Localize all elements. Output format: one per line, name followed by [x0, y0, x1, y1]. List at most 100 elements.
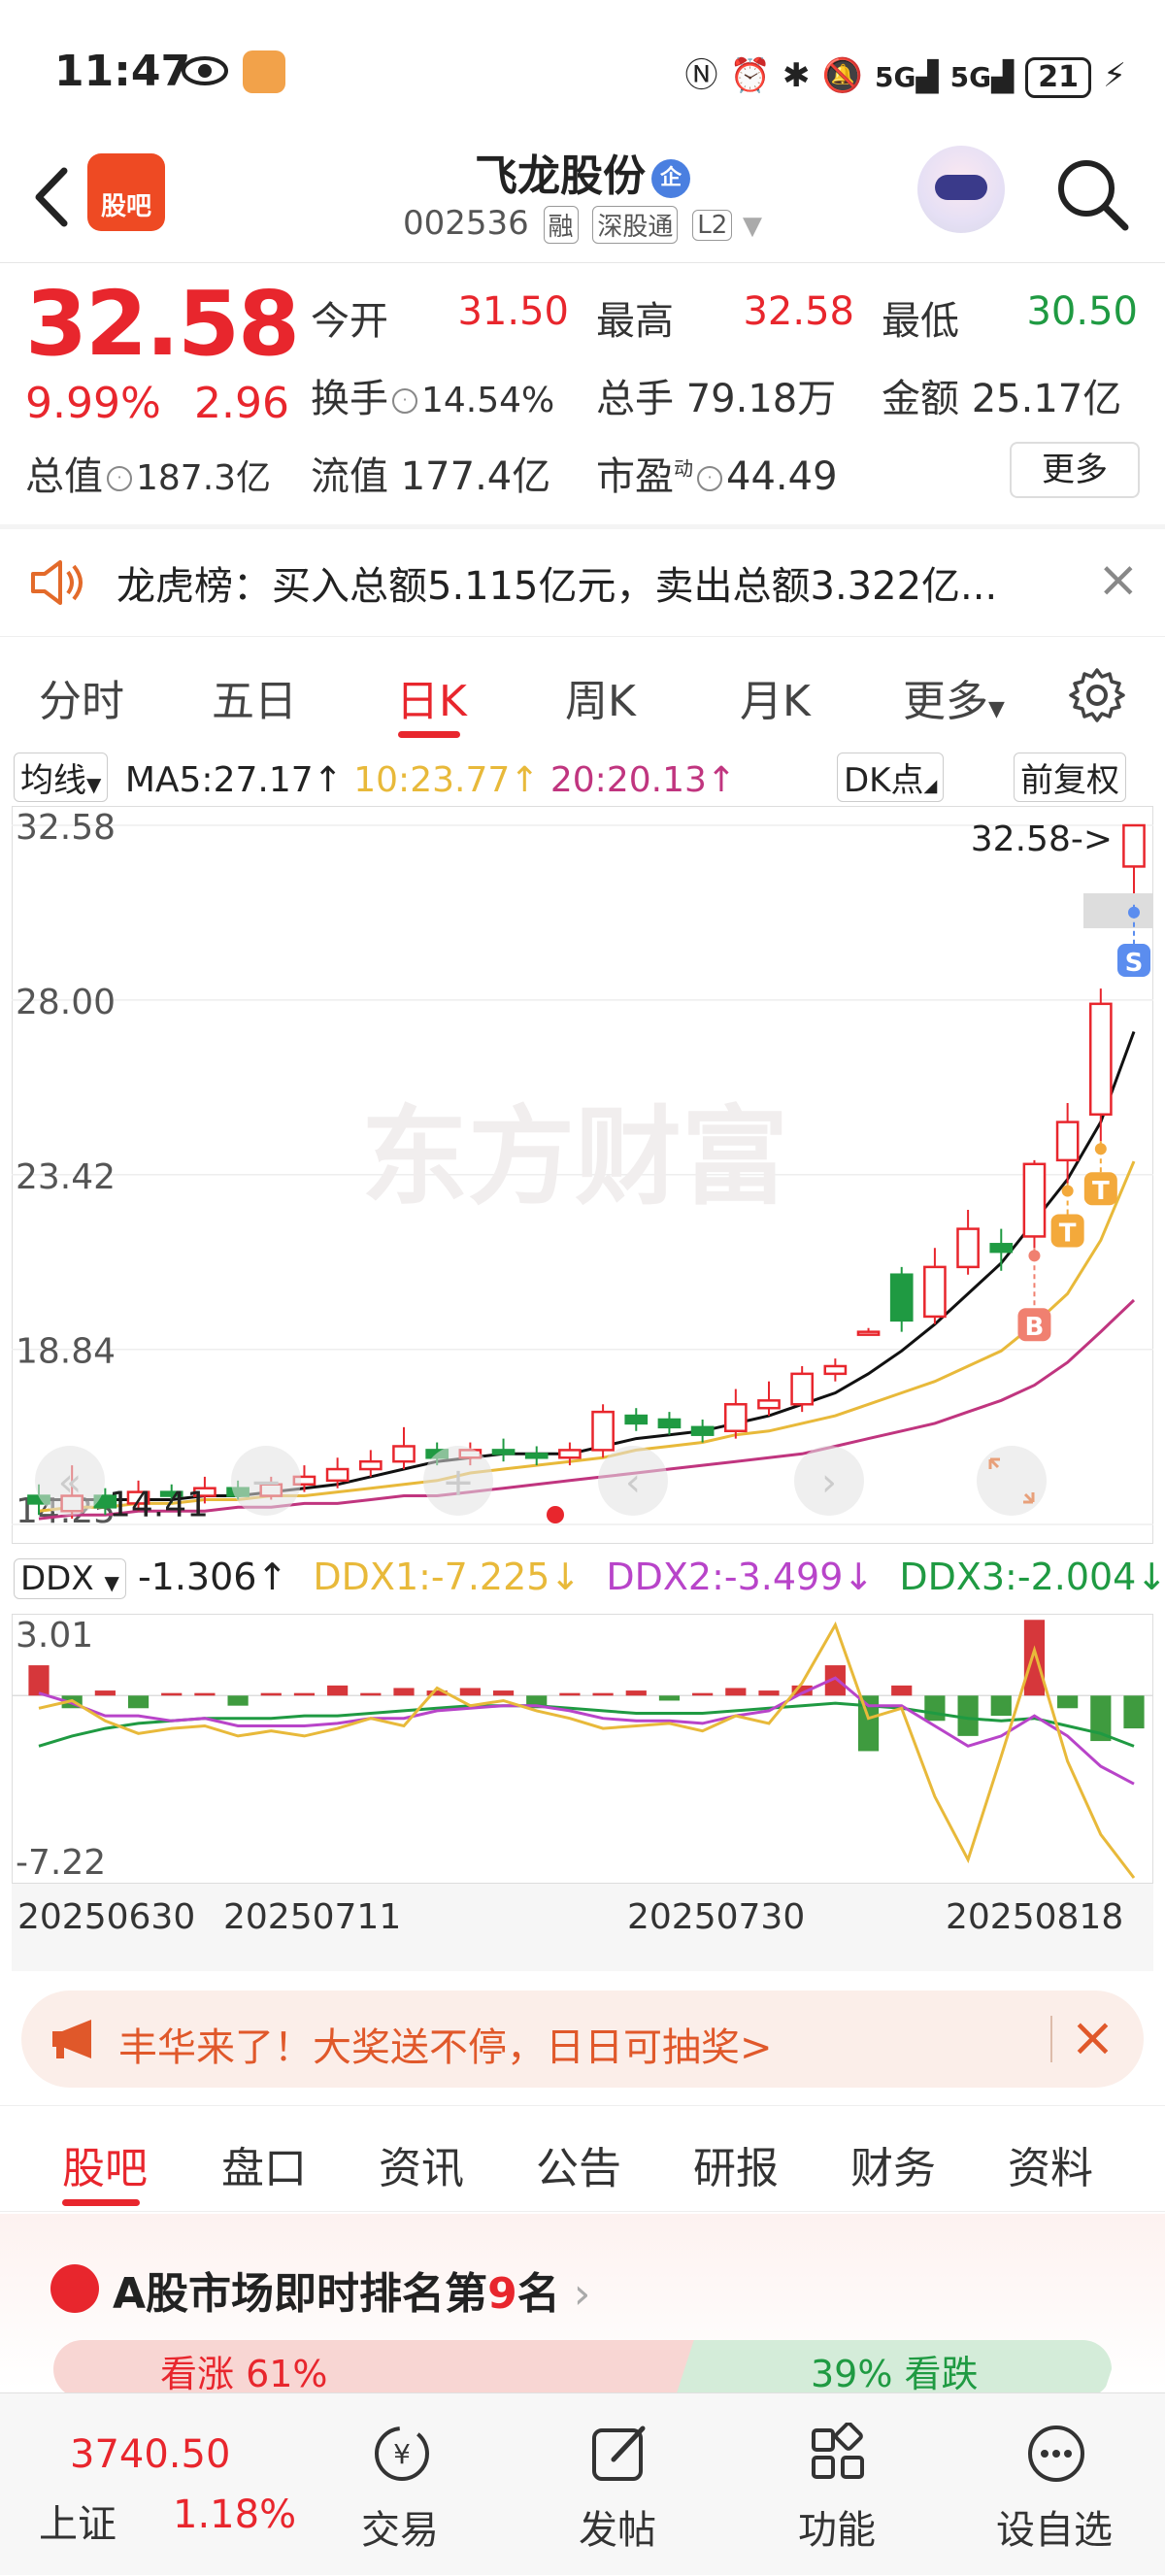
tab-five-day[interactable]: 五日	[212, 666, 297, 728]
tab-research[interactable]: 研报	[693, 2133, 779, 2195]
candle	[790, 1372, 815, 1406]
amount-value: 25.17亿	[971, 377, 1122, 421]
ddx-bar	[592, 1692, 614, 1696]
tab-announcements[interactable]: 公告	[536, 2133, 621, 2195]
notice-text: 龙虎榜：买入总额5.115亿元，卖出总额3.322亿...	[116, 564, 998, 609]
sentiment-bar[interactable]: 看涨 61% 39% 看跌	[53, 2340, 1112, 2398]
dk-label: DK点	[844, 761, 924, 800]
ddx-bar	[293, 1692, 316, 1696]
mktcap-row[interactable]: 总值 · 187.3亿	[25, 445, 271, 501]
tab-guba[interactable]: 股吧	[62, 2133, 148, 2195]
ddx-bar	[1057, 1695, 1079, 1709]
more-quote-button[interactable]: 更多	[1010, 442, 1140, 498]
low-value: 30.50	[1026, 289, 1138, 334]
signal-icon: 5G	[875, 61, 916, 93]
date-tick: 20250818	[946, 1897, 1124, 1937]
signal-badge-label: S	[1125, 949, 1144, 978]
volume-row: 总手 79.18万	[596, 367, 836, 423]
search-icon[interactable]	[1053, 155, 1131, 233]
close-icon[interactable]: ×	[1097, 551, 1140, 609]
close-icon[interactable]: ×	[1070, 2006, 1115, 2069]
more-dots-icon	[1028, 2425, 1084, 2482]
ddx-bar	[194, 1692, 216, 1696]
nav-post[interactable]: 发帖	[501, 2393, 734, 2576]
ranking-prefix: A股市场即时排名第	[113, 2269, 488, 2319]
status-bar: 11:47 Ⓝ ⏰ ✱ 🔕 5G▟ 5G▟ 21 ⚡	[0, 0, 1165, 146]
fullscreen-button	[977, 1446, 1047, 1516]
tab-finance[interactable]: 财务	[850, 2133, 936, 2195]
nav-trade[interactable]: ¥ 交易	[283, 2393, 516, 2576]
rise-label: 看涨 61%	[160, 2353, 328, 2395]
adjust-selector[interactable]: 前复权	[1014, 753, 1126, 802]
tab-more-label: 更多	[903, 677, 988, 726]
ddx-bar	[127, 1695, 150, 1709]
assistant-robot-icon[interactable]	[917, 146, 1005, 233]
turnover-row[interactable]: 换手 · 14.54%	[311, 367, 554, 423]
ddx-bar	[1023, 1620, 1046, 1696]
amount-label: 金额	[882, 377, 959, 421]
nfc-icon: Ⓝ	[684, 56, 718, 95]
ddx2-value: DDX2:-3.499↓	[606, 1556, 875, 1598]
promo-banner[interactable]: 丰华来了！大奖送不停，日日可抽奖> ×	[21, 1991, 1144, 2088]
ddx-bar	[94, 1690, 116, 1696]
status-time: 11:47	[54, 47, 191, 96]
pe-value: 44.49	[726, 454, 838, 499]
pe-row[interactable]: 市盈动 · 44.49	[596, 445, 838, 501]
candle	[591, 1410, 615, 1452]
gear-icon[interactable]	[1068, 666, 1126, 724]
active-tab-underline	[398, 731, 460, 738]
candle	[989, 1243, 1014, 1254]
float-label: 流值	[311, 454, 388, 499]
y-tick-label: 18.84	[16, 1332, 116, 1372]
tab-weekly-k[interactable]: 周K	[565, 666, 636, 728]
chart-nav-button-label: ‹	[625, 1460, 641, 1505]
float-row: 流值 177.4亿	[311, 445, 550, 501]
stock-header: 股吧 飞龙股份企 002536 融 深股通 L2 ▼	[0, 136, 1165, 262]
ma10-value: 10:23.77↑	[353, 760, 540, 800]
ddx-selector[interactable]: DDX ▼	[14, 1558, 126, 1599]
ma-legend-row: 均线▼ MA5:27.17↑ 10:23.77↑ 20:20.13↑ DK点◢ …	[14, 753, 1159, 802]
high-value: 32.58	[743, 289, 854, 334]
turnover-label: 换手	[311, 377, 388, 421]
fall-label: 39% 看跌	[811, 2353, 979, 2395]
pe-label: 市盈	[596, 454, 674, 499]
tab-news[interactable]: 资讯	[379, 2133, 464, 2195]
turnover-value: 14.54%	[421, 381, 555, 420]
nav-add-watchlist[interactable]: 设自选	[938, 2393, 1165, 2576]
candle	[358, 1459, 383, 1471]
ddx1-value: DDX1:-7.225↓	[313, 1556, 582, 1598]
ddx-chart[interactable]: 3.01 -7.22	[12, 1614, 1153, 1884]
tab-daily-k[interactable]: 日K	[396, 666, 467, 728]
ddx-bar	[360, 1692, 382, 1696]
nav-trade-label: 交易	[361, 2508, 439, 2553]
dk-point-selector[interactable]: DK点◢	[837, 753, 945, 802]
tab-profile[interactable]: 资料	[1008, 2133, 1093, 2195]
candle	[558, 1449, 582, 1459]
ddx-bar	[393, 1688, 415, 1696]
nav-functions[interactable]: 功能	[720, 2393, 953, 2576]
tab-monthly-k[interactable]: 月K	[740, 666, 811, 728]
candle	[956, 1227, 980, 1269]
ddx-bar	[692, 1692, 714, 1696]
y-tick-label: 23.42	[16, 1157, 116, 1197]
candlestick-chart[interactable]: 32.5828.0023.4218.8414.25东方财富32.58->14.4…	[12, 806, 1153, 1544]
signal-dot	[1028, 1250, 1041, 1262]
tab-market-depth[interactable]: 盘口	[221, 2133, 307, 2195]
chart-nav-button-label: +	[442, 1460, 475, 1505]
tab-intraday[interactable]: 分时	[39, 666, 124, 728]
signal-dot	[1094, 1143, 1107, 1155]
charging-icon: ⚡	[1103, 56, 1126, 95]
candle	[889, 1273, 914, 1322]
indicator-selector[interactable]: 均线▼	[14, 753, 109, 802]
chart-nav-button-label: −	[250, 1460, 283, 1505]
ddx-bar	[227, 1695, 249, 1706]
dragon-tiger-notice[interactable]: 龙虎榜：买入总额5.115亿元，卖出总额3.322亿... ×	[0, 529, 1165, 636]
tab-more[interactable]: 更多▼	[903, 666, 1005, 728]
nav-add-watchlist-label: 设自选	[996, 2508, 1113, 2553]
promo-separator	[1050, 2016, 1052, 2062]
market-ranking-card[interactable]: A股市场即时排名第9名 › 看涨 61% 39% 看跌	[0, 2214, 1165, 2398]
index-ticker[interactable]: 3740.50 上证 1.18%	[0, 2393, 296, 2576]
watermark: 东方财富	[361, 1095, 788, 1220]
chart-period-tabs: 分时 五日 日K 周K 月K 更多▼	[0, 636, 1165, 743]
candle	[1122, 823, 1146, 868]
